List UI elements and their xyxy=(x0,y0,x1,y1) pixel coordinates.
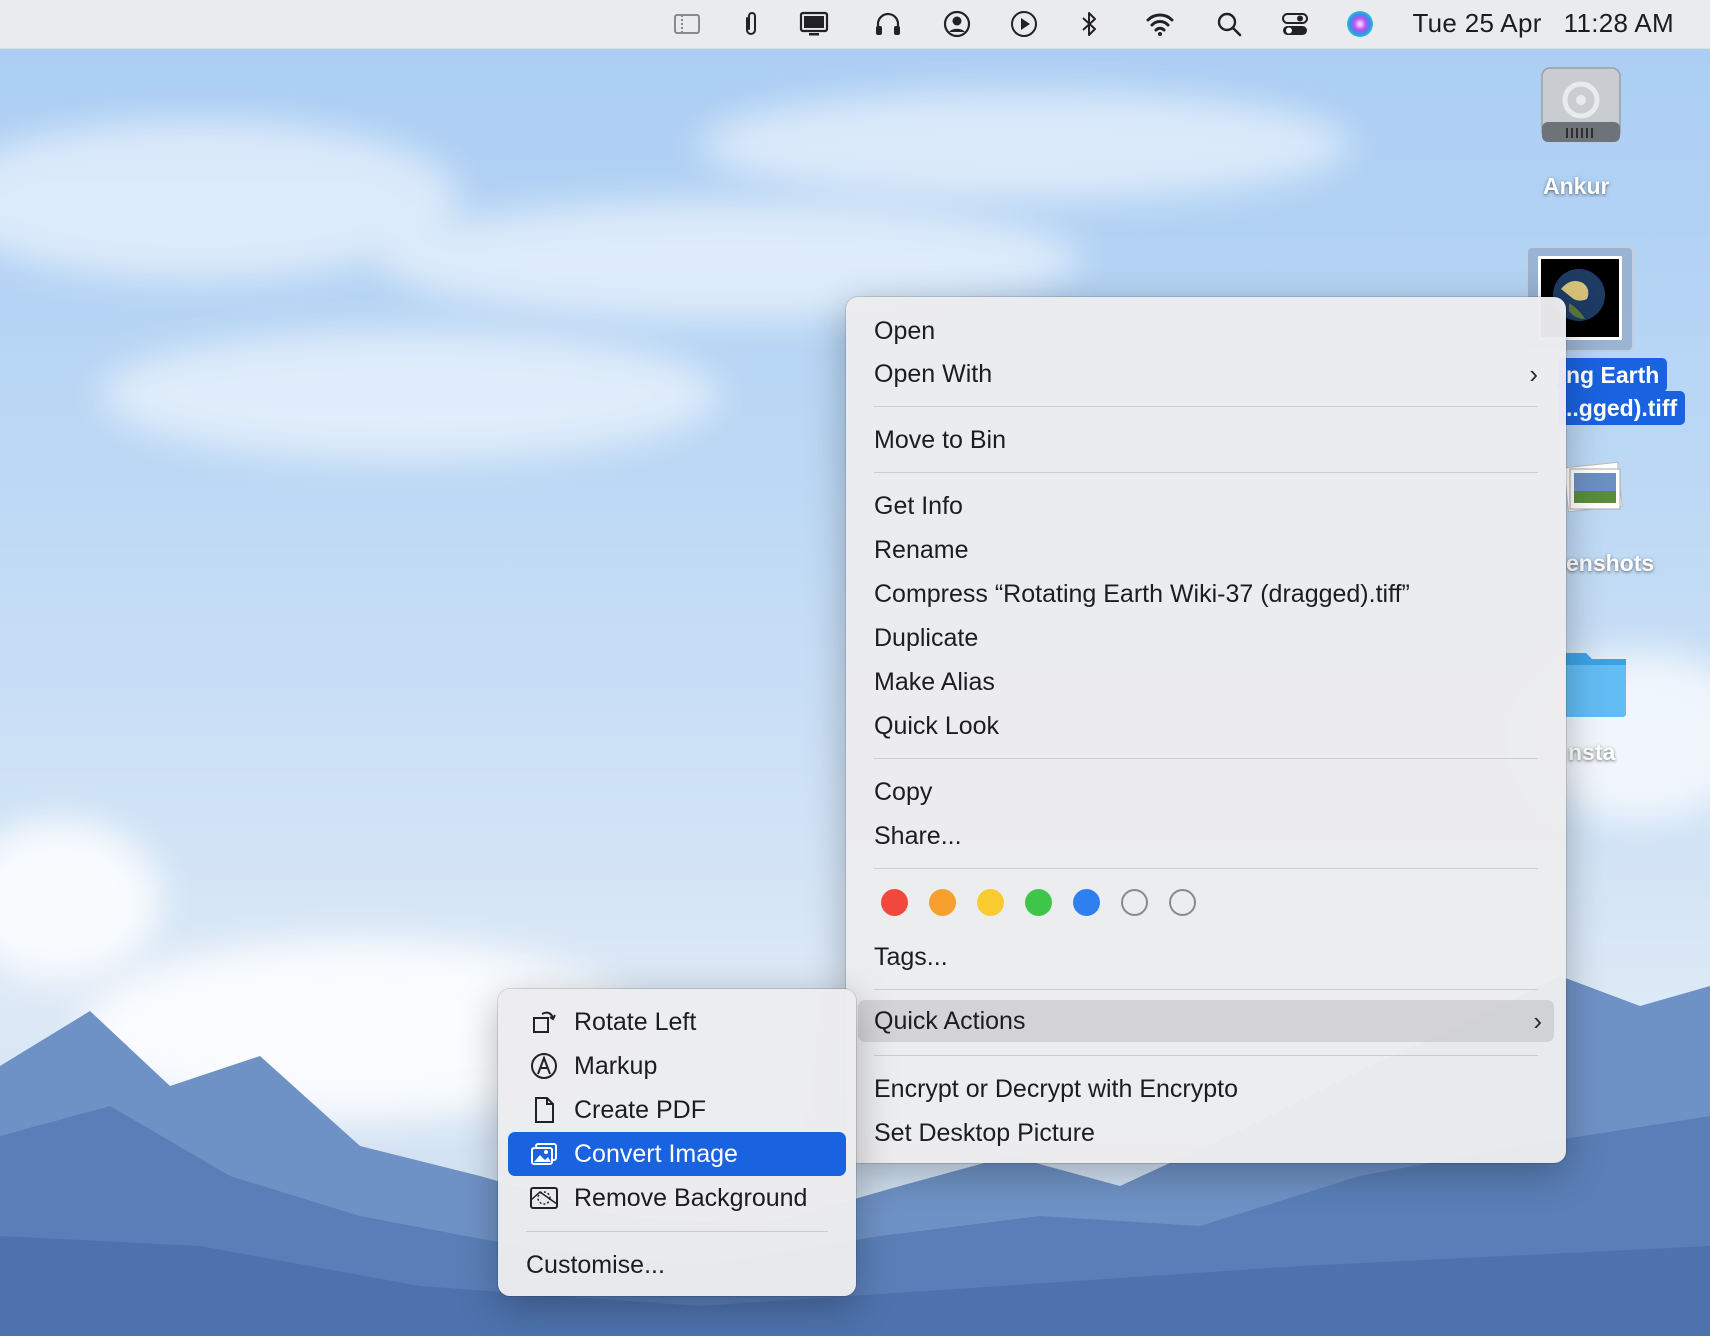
markup-icon xyxy=(531,1053,557,1079)
wifi-icon[interactable] xyxy=(1144,9,1176,39)
document-icon xyxy=(535,1097,554,1123)
menu-item-encrypt[interactable]: Encrypt or Decrypt with Encrypto xyxy=(874,1069,1238,1109)
menu-separator xyxy=(874,989,1538,990)
search-icon[interactable] xyxy=(1213,9,1245,39)
tag-green[interactable] xyxy=(1025,889,1052,916)
menu-separator xyxy=(874,868,1538,869)
qa-item-customise[interactable]: Customise... xyxy=(526,1245,665,1285)
menu-separator xyxy=(874,406,1538,407)
menu-item-quick-look[interactable]: Quick Look xyxy=(874,706,999,746)
menu-item-share[interactable]: Share... xyxy=(874,816,962,856)
siri-icon[interactable] xyxy=(1344,9,1376,39)
qa-label: Rotate Left xyxy=(574,1008,697,1036)
qa-item-markup[interactable]: Markup xyxy=(508,1044,846,1088)
rotate-left-icon xyxy=(533,1011,556,1033)
open-with-label: Open With xyxy=(874,360,993,388)
tag-gray[interactable] xyxy=(1169,889,1196,916)
tag-orange[interactable] xyxy=(929,889,956,916)
menu-separator xyxy=(526,1231,828,1232)
qa-label: Convert Image xyxy=(574,1140,738,1168)
quick-actions-label: Quick Actions xyxy=(874,1007,1026,1035)
chevron-right-icon: › xyxy=(1533,1006,1542,1036)
menu-item-open-with[interactable]: Open With › xyxy=(874,354,1538,394)
play-circle-icon[interactable] xyxy=(1008,9,1040,39)
qa-label: Create PDF xyxy=(574,1096,706,1124)
folder-label[interactable]: nsta xyxy=(1568,739,1615,766)
menu-item-quick-actions[interactable]: Quick Actions › xyxy=(858,1000,1554,1042)
qa-label: Remove Background xyxy=(574,1184,808,1212)
clock-time: 11:28 AM xyxy=(1563,8,1674,38)
menu-item-get-info[interactable]: Get Info xyxy=(874,486,963,526)
clock-date: Tue 25 Apr xyxy=(1412,8,1542,38)
photos-icon xyxy=(531,1143,557,1165)
tag-purple[interactable] xyxy=(1121,889,1148,916)
qa-item-remove-background[interactable]: Remove Background xyxy=(508,1176,846,1220)
menu-item-make-alias[interactable]: Make Alias xyxy=(874,662,995,702)
menu-bar: Tue 25 Apr 11:28 AM xyxy=(0,0,1710,49)
folder-icon[interactable] xyxy=(1562,643,1628,717)
tag-blue[interactable] xyxy=(1073,889,1100,916)
menu-item-compress[interactable]: Compress “Rotating Earth Wiki-37 (dragge… xyxy=(874,574,1410,614)
quick-actions-submenu: Rotate Left Markup Create PDF Convert Im… xyxy=(498,989,856,1296)
headphones-icon[interactable] xyxy=(872,9,904,39)
control-center-icon[interactable] xyxy=(1279,9,1311,39)
chevron-right-icon: › xyxy=(1529,359,1538,389)
tag-yellow[interactable] xyxy=(977,889,1004,916)
menu-separator xyxy=(874,472,1538,473)
qa-item-create-pdf[interactable]: Create PDF xyxy=(508,1088,846,1132)
qa-item-convert-image[interactable]: Convert Image xyxy=(508,1132,846,1176)
screenshots-folder-icon[interactable] xyxy=(1560,455,1626,525)
menu-item-set-desktop-picture[interactable]: Set Desktop Picture xyxy=(874,1113,1095,1153)
drive-label[interactable]: Ankur xyxy=(1543,173,1609,200)
screenshots-label[interactable]: enshots xyxy=(1566,550,1654,577)
selected-file-label-line1[interactable]: ng Earth xyxy=(1558,358,1668,392)
menubar-clock[interactable]: Tue 25 Apr 11:28 AM xyxy=(1412,8,1674,39)
qa-label: Markup xyxy=(574,1052,658,1080)
menu-item-open[interactable]: Open xyxy=(874,311,935,351)
sidebar-icon[interactable] xyxy=(671,9,703,39)
tag-red[interactable] xyxy=(881,889,908,916)
menu-item-copy[interactable]: Copy xyxy=(874,772,932,812)
context-menu: Open Open With › Move to Bin Get Info Re… xyxy=(846,297,1566,1163)
display-icon[interactable] xyxy=(798,9,830,39)
remove-background-icon xyxy=(530,1187,558,1209)
hard-drive-icon[interactable] xyxy=(1536,64,1626,156)
menu-item-duplicate[interactable]: Duplicate xyxy=(874,618,978,658)
menu-item-tags[interactable]: Tags... xyxy=(874,937,948,977)
user-circle-icon[interactable] xyxy=(941,9,973,39)
menu-item-rename[interactable]: Rename xyxy=(874,530,969,570)
menu-item-move-to-bin[interactable]: Move to Bin xyxy=(874,420,1006,460)
qa-item-rotate-left[interactable]: Rotate Left xyxy=(508,1000,846,1044)
selected-file-label-line2[interactable]: ..gged).tiff xyxy=(1558,391,1686,425)
paperclip-icon[interactable] xyxy=(735,9,767,39)
menu-separator xyxy=(874,758,1538,759)
bluetooth-icon[interactable] xyxy=(1073,9,1105,39)
menu-separator xyxy=(874,1055,1538,1056)
